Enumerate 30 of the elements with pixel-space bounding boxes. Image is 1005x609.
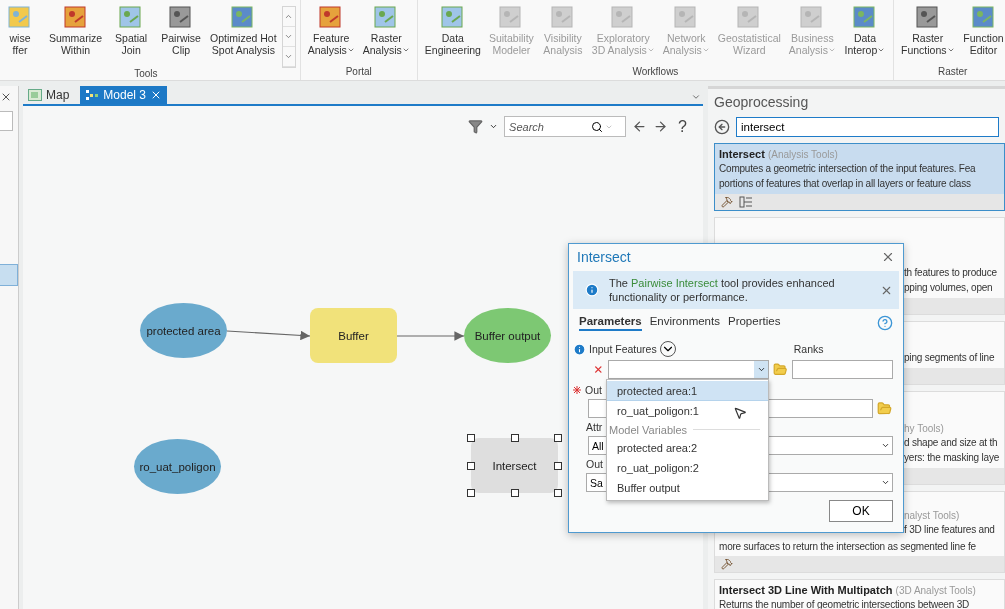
group-label: Portal (344, 66, 373, 79)
result-description: more surfaces to return the intersection as segmented line fe (718, 540, 977, 554)
result-description: d shape and size at th (904, 436, 998, 449)
tab-label: Map (46, 88, 70, 102)
panel-title: Geoprocessing (713, 93, 810, 112)
result-description: pping volumes, open (904, 281, 993, 294)
result-description: Computes a geometric intersection of the input features. Fea (719, 162, 976, 175)
field-label: Ranks (793, 343, 824, 355)
result-title: hy Tools) (904, 422, 945, 434)
result-description: f 3D line features and (904, 523, 995, 536)
group-label: Tools (133, 68, 159, 81)
result-title: Intersect 3D Line With Multipatch (3D Analyst Tools) (719, 584, 977, 596)
result-title: Intersect (Analysis Tools) (719, 148, 839, 160)
result-description: th features to produce (904, 266, 997, 279)
result-description: yers: the masking laye (904, 451, 1000, 464)
result-description: ping segments of line (904, 351, 995, 364)
field-label: Out (585, 384, 602, 396)
field-value: All (592, 439, 604, 452)
info-message: The Pairwise Intersect tool provides enhanced functionality or performance. (609, 276, 836, 304)
field-label: Attr (586, 421, 603, 433)
dialog-title: Intersect (577, 249, 631, 265)
group-label: Workflows (631, 66, 680, 79)
group-label: Raster (937, 66, 969, 79)
field-label: Input Features (589, 343, 657, 355)
tab-label: Model 3 (103, 88, 147, 102)
field-value: Sa (590, 476, 603, 489)
group-header: Model Variables (609, 423, 688, 436)
result-title: nalyst Tools) (904, 509, 961, 521)
result-description: portions of features that overlap in all layers or feature class (719, 177, 971, 190)
field-label: Out (586, 458, 603, 470)
